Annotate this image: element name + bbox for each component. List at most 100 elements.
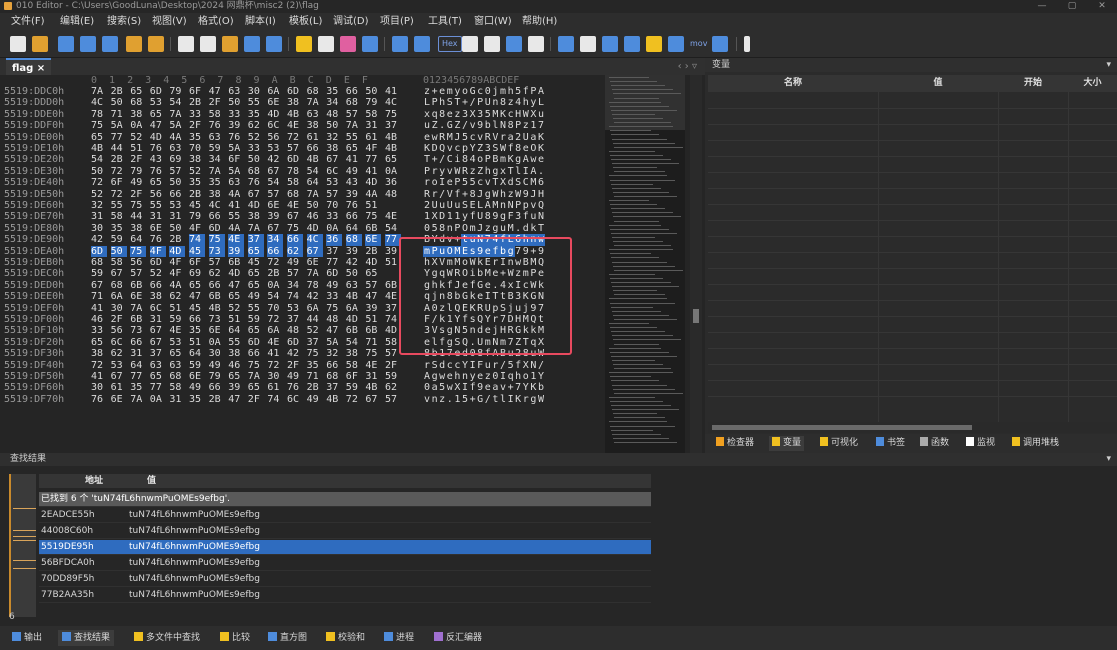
hex-byte[interactable]: 65 [346, 143, 362, 154]
hex-byte[interactable]: 65 [248, 382, 264, 393]
menu-file[interactable]: 文件(F) [11, 13, 45, 31]
hex-byte[interactable]: 72 [111, 166, 127, 177]
hex-byte[interactable]: 7A [346, 120, 362, 131]
tab-visualize[interactable]: 可视化 [817, 436, 861, 451]
hex-byte[interactable]: 65 [150, 371, 166, 382]
hex-byte[interactable]: 59 [248, 314, 264, 325]
hex-byte[interactable]: 55 [346, 132, 362, 143]
project-icon[interactable] [148, 36, 164, 52]
hex-byte[interactable]: 6D [287, 86, 303, 97]
hex-byte[interactable]: 32 [326, 132, 342, 143]
hex-byte[interactable]: 4F [169, 257, 185, 268]
hex-byte[interactable]: 72 [267, 360, 283, 371]
hex-byte[interactable]: 53 [287, 303, 303, 314]
hex-byte[interactable]: 0A [326, 223, 342, 234]
hex-byte[interactable]: 55 [228, 337, 244, 348]
hex-byte[interactable]: 62 [209, 268, 225, 279]
hex-byte[interactable]: 6B [130, 314, 146, 325]
hex-byte[interactable]: 62 [111, 348, 127, 359]
hex-byte[interactable]: 57 [169, 166, 185, 177]
hex-byte[interactable]: 63 [150, 360, 166, 371]
hex-byte[interactable]: 68 [111, 280, 127, 291]
hex-byte[interactable]: 33 [326, 291, 342, 302]
hex-row[interactable]: 5519:DF70h 76 6E 7A 0A 31 35 2B 47 2F 74 6C 49 4B 72 67… [0, 394, 600, 405]
hex-byte[interactable]: 44 [307, 314, 323, 325]
hex-row[interactable]: 5519:DE00h 65 77 52 4D 4A 35 63 76 52 56 72 61 32 55 61… [0, 132, 600, 143]
hex-byte[interactable]: 41 [346, 154, 362, 165]
grid-icon[interactable] [506, 36, 522, 52]
hex-byte[interactable]: 52 [150, 268, 166, 279]
hex-byte[interactable]: 0A [130, 120, 146, 131]
hex-byte[interactable]: 68 [169, 371, 185, 382]
hex-byte[interactable]: 6D [150, 86, 166, 97]
hex-row[interactable]: 5519:DE60h 32 55 75 55 53 45 4C 41 4D 6E 4E 50 70 76 51… [0, 200, 600, 211]
hex-byte[interactable]: 31 [91, 211, 107, 222]
hex-byte[interactable]: 50 [169, 223, 185, 234]
hex-byte[interactable]: 35 [189, 132, 205, 143]
hex-byte[interactable]: 35 [189, 325, 205, 336]
find-result-row[interactable]: 56BFDCA0h tuN74fL6hnwmPuOMEs9efbg [39, 556, 651, 571]
hex-byte[interactable]: 6F [228, 154, 244, 165]
hex-byte[interactable]: 68 [91, 257, 107, 268]
hex-byte[interactable]: 30 [111, 303, 127, 314]
hex-byte[interactable]: 77 [365, 154, 381, 165]
hex-byte[interactable]: 54 [91, 154, 107, 165]
hex-byte[interactable]: 70 [189, 143, 205, 154]
hex-byte[interactable]: 2B [209, 394, 225, 405]
hex-byte[interactable]: 53 [150, 97, 166, 108]
hex-byte[interactable]: 37 [326, 246, 342, 257]
hex-byte[interactable]: 58 [209, 109, 225, 120]
hex-byte[interactable]: 75 [130, 245, 147, 257]
hex-byte[interactable]: 52 [130, 132, 146, 143]
hex-byte[interactable]: 7A [307, 268, 323, 279]
hex-byte[interactable]: 4D [248, 200, 264, 211]
paste-icon[interactable] [222, 36, 238, 52]
hex-byte[interactable]: 38 [326, 143, 342, 154]
col-size[interactable]: 大小 [1068, 75, 1117, 92]
hex-byte[interactable]: 38 [287, 97, 303, 108]
find-result-row[interactable]: 70DD89F5h tuN74fL6hnwmPuOMEs9efbg [39, 572, 651, 587]
hex-byte[interactable]: 65 [228, 291, 244, 302]
hex-byte[interactable]: 67 [91, 280, 107, 291]
hex-byte[interactable]: 66 [287, 234, 303, 246]
hex-byte[interactable]: 42 [307, 291, 323, 302]
hex-byte[interactable]: 58 [346, 360, 362, 371]
hex-byte[interactable]: 78 [91, 109, 107, 120]
hex-byte[interactable]: 66 [307, 143, 323, 154]
hex-byte[interactable]: 65 [130, 86, 146, 97]
hex-byte[interactable]: 65 [248, 268, 264, 279]
hex-byte[interactable]: 6A [267, 325, 283, 336]
hex-byte[interactable]: 63 [169, 143, 185, 154]
hex-byte[interactable]: 6E [130, 291, 146, 302]
hex-byte[interactable]: 2F [111, 314, 127, 325]
hex-byte[interactable]: 64 [346, 223, 362, 234]
hex-byte[interactable]: 53 [267, 143, 283, 154]
hex-byte[interactable]: 4E [365, 360, 381, 371]
hex-byte[interactable]: 42 [346, 257, 362, 268]
hex-byte[interactable]: 68 [345, 234, 362, 246]
hex-byte[interactable]: 47 [228, 394, 244, 405]
hex-byte[interactable]: 73 [209, 314, 225, 325]
hex-byte[interactable]: 49 [287, 257, 303, 268]
hex-byte[interactable]: 4D [267, 109, 283, 120]
hex-byte[interactable]: 66 [326, 360, 342, 371]
menu-format[interactable]: 格式(O) [198, 13, 234, 31]
hex-byte[interactable]: 6E [150, 223, 166, 234]
hex-byte[interactable]: 6C [267, 120, 283, 131]
hex-row[interactable]: 5519:DF50h 41 67 77 65 68 6E 79 65 7A 30 49 71 68 6F 31… [0, 371, 600, 382]
copy-icon[interactable] [200, 36, 216, 52]
hex-byte[interactable]: 67 [326, 154, 342, 165]
hex-byte[interactable]: 67 [306, 245, 323, 257]
hex-byte[interactable]: 76 [150, 143, 166, 154]
hex-byte[interactable]: 4F [365, 143, 381, 154]
hex-byte[interactable]: 4E [287, 200, 303, 211]
hex-row[interactable]: 5519:DE70h 31 58 44 31 31 79 66 55 38 39 67 46 33 66 75… [0, 211, 600, 222]
hex-row[interactable]: 5519:DDD0h 4C 50 68 53 54 2B 2F 50 55 6E 38 7A 34 68 79… [0, 97, 600, 108]
hex-byte[interactable]: 7A [169, 109, 185, 120]
hex-byte[interactable]: 72 [267, 257, 283, 268]
hex-byte[interactable]: 4B [209, 303, 225, 314]
hex-byte[interactable]: 38 [307, 120, 323, 131]
menu-tools[interactable]: 工具(T) [428, 13, 462, 31]
hex-byte[interactable]: 35 [189, 177, 205, 188]
hex-byte[interactable]: 6A [346, 303, 362, 314]
